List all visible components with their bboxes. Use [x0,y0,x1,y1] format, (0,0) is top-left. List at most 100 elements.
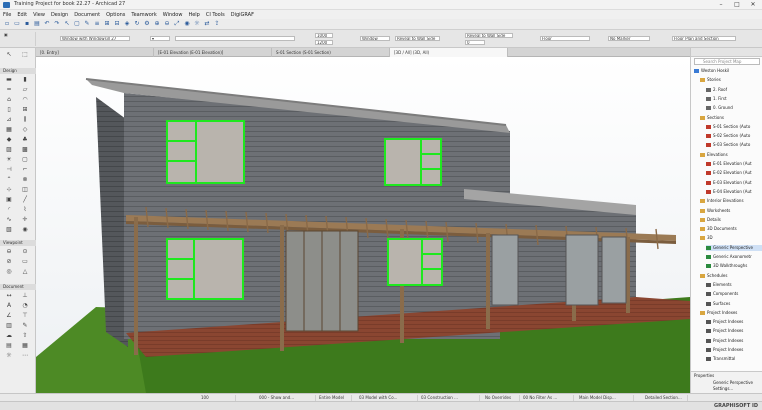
navigator-item[interactable]: Project Indexes [700,310,762,316]
marker-selector[interactable]: No Marker [608,36,650,41]
properties-settings-button[interactable]: Settings... [713,386,733,392]
menu-ci-tools[interactable]: CI Tools [206,12,225,18]
marquee-icon[interactable]: ▢ [74,21,80,27]
reveal-side-selector[interactable]: Reveal to Wall Side [465,33,513,38]
lamp-tool-icon[interactable]: ☀ [4,156,14,164]
navigator-item[interactable]: Schedules [700,273,762,279]
fill-tool-icon[interactable]: ▣ [4,196,14,204]
text-tool-icon[interactable]: A [4,302,14,310]
navigator-item[interactable]: Project Indexes [706,347,762,353]
save-icon[interactable]: ▪ [24,21,30,27]
toolbox-section-design[interactable]: Design [0,68,36,74]
roof-tool-icon[interactable]: ⌂ [4,96,14,104]
arc-tool-icon[interactable]: ◜ [4,206,14,214]
railing-tool-icon[interactable]: ⫼ [20,116,30,124]
navigator-item[interactable]: 2. Roof [706,87,762,93]
navigator-item[interactable]: Generic Perspective [706,244,762,251]
grid-tool-icon[interactable]: ⊹ [4,186,14,194]
menu-digigraf[interactable]: DigiGRAF [231,12,254,18]
menu-teamwork[interactable]: Teamwork [131,12,156,18]
camera-tool-icon[interactable]: ◉ [20,226,30,234]
shell-tool-icon[interactable]: ◠ [20,96,30,104]
zoom-out-icon[interactable]: ⊖ [164,21,170,27]
issue-tool-icon[interactable]: ▤ [4,342,14,350]
offset-field[interactable]: 0 [465,40,485,45]
reveal-selector[interactable]: Reveal to Wall Side [395,36,440,41]
teamwork-icon[interactable]: ⇄ [204,21,210,27]
window-type-selector[interactable]: Window with Windowsill 27 [60,36,130,41]
menu-window[interactable]: Window [163,12,183,18]
opening-tool-icon[interactable]: ▢ [20,156,30,164]
width-field[interactable]: 1200 [315,40,333,45]
worksheet-tool-icon[interactable]: ▭ [20,258,30,266]
navigator-item[interactable]: Surfaces [706,301,762,307]
arrow-select-icon[interactable]: ↖ [4,51,14,59]
drawing-tool-icon[interactable]: ▥ [4,322,14,330]
close-button[interactable]: ✕ [746,0,760,10]
render-icon[interactable]: ☼ [194,21,200,27]
interior-elevation-tool-icon[interactable]: ⊘ [4,258,14,266]
undo-icon[interactable]: ↶ [44,21,50,27]
skylight-tool-icon[interactable]: ◇ [20,126,30,134]
more-tools-icon[interactable]: ⋯ [20,352,30,360]
tab-3d[interactable]: [3D / All] (3D, All) [390,48,508,57]
elevation-dimension-tool-icon[interactable]: ⊤ [20,312,30,320]
navigator-item[interactable]: Details [700,217,762,223]
polyline-tool-icon[interactable]: ⌇ [20,206,30,214]
navigator-search-input[interactable]: Search Project Map [694,58,760,65]
section-tool-icon[interactable]: ⊖ [4,248,14,256]
navigator-item[interactable]: Project Indexes [706,319,762,325]
layers-icon[interactable]: ≡ [94,21,100,27]
navigator-item[interactable]: 1. First [706,96,762,102]
section-icon[interactable]: ⊟ [114,21,120,27]
object-tool-icon[interactable]: ♣ [20,136,30,144]
navigator-item[interactable]: E-02 Elevation (Aut [706,170,762,176]
menu-help[interactable]: Help [188,12,199,18]
navigator-item[interactable]: Stories [700,77,762,83]
navigator-item[interactable]: Transmittal [706,356,762,362]
menu-edit[interactable]: Edit [17,12,27,18]
fit-window-icon[interactable]: ⤢ [174,21,180,27]
minimize-button[interactable]: – [714,0,728,10]
new-icon[interactable]: ▫ [4,21,10,27]
height-field[interactable]: 1000 [315,33,333,38]
north-arrow-tool-icon[interactable]: ⇧ [20,332,30,340]
print-icon[interactable]: ▤ [34,21,40,27]
graphisoft-id-label[interactable]: GRAPHISOFT ID [714,403,758,409]
tab-entry[interactable]: [0. Entry] [36,48,154,57]
elevation-tool-icon[interactable]: ⊙ [20,248,30,256]
zoom-in-icon[interactable]: ⊕ [154,21,160,27]
menu-view[interactable]: View [33,12,45,18]
menu-document[interactable]: Document [74,12,100,18]
navigator-item[interactable]: Weston Hoskil [694,68,762,74]
camera-icon[interactable]: ◉ [184,21,190,27]
radial-dimension-tool-icon[interactable]: ◔ [20,302,30,310]
window-tool-icon-2[interactable]: ⊞ [20,106,30,114]
redo-icon[interactable]: ↷ [54,21,60,27]
navigator-item[interactable]: 3D [700,235,762,241]
toolbox-section-viewpoint[interactable]: Viewpoint [0,240,36,246]
spline-tool-icon[interactable]: ∿ [4,216,14,224]
markup-tool-icon[interactable]: ✎ [20,322,30,330]
navigator-item[interactable]: Elements [706,282,762,288]
toolbox-section-document[interactable]: Document [0,284,36,290]
navigator-item[interactable]: Generic Axonometr [706,254,762,260]
navigator-item[interactable]: 3D Documents [700,226,762,232]
dormer-tool-icon[interactable]: ⌃ [4,176,14,184]
tab-elevation[interactable]: [E-01 Elevation (E-01 Elevation)] [154,48,272,57]
maximize-button[interactable]: □ [730,0,744,10]
navigator-item[interactable]: Project Indexes [706,328,762,334]
mesh-tool-icon[interactable]: ▩ [20,146,30,154]
layer-selector[interactable]: ▾ [150,36,170,41]
anchor-selector[interactable]: Window [360,36,390,41]
pencil-icon[interactable]: ✎ [84,21,90,27]
navigator-item[interactable]: 3D Walkthroughs [706,263,762,269]
navigator-item[interactable]: E-01 Elevation (Aut [706,161,762,167]
label-tool-icon[interactable]: ◫ [20,186,30,194]
morph-tool-icon[interactable]: ◆ [4,136,14,144]
tab-section[interactable]: S-01 Section (S-01 Section) [272,48,390,57]
hotspot-tool-icon[interactable]: ✛ [20,216,30,224]
floor-plan-display-selector[interactable]: Floor [540,36,590,41]
navigator-item[interactable]: Project Indexes [706,338,762,344]
navigator-item[interactable]: S-03 Section (Auto [706,142,762,148]
